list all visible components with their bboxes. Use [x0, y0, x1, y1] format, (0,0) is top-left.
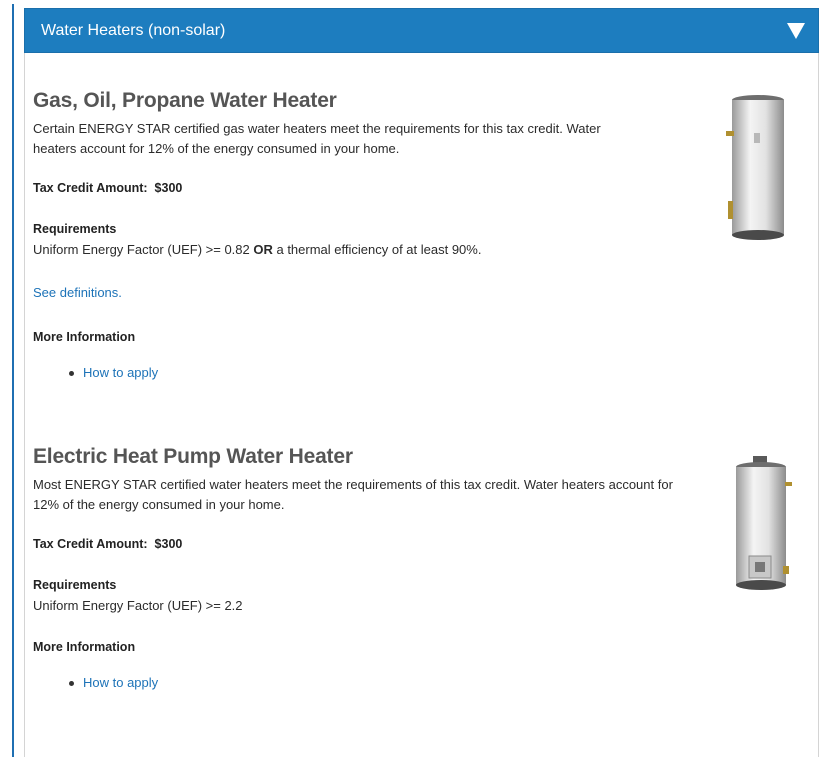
section-description: Certain ENERGY STAR certified gas water … [33, 121, 601, 156]
more-information-list: How to apply [33, 365, 733, 380]
requirements-label: Requirements [33, 578, 117, 592]
requirements-text: Uniform Energy Factor (UEF) >= 2.2 [33, 598, 243, 613]
tax-credit-amount: Tax Credit Amount: $300 [33, 181, 183, 195]
see-definitions-link[interactable]: See definitions. [33, 285, 122, 300]
how-to-apply-link[interactable]: How to apply [83, 675, 158, 690]
section-title: Gas, Oil, Propane Water Heater [33, 89, 337, 112]
more-information-list: How to apply [33, 675, 733, 690]
triangle-down-icon[interactable] [787, 23, 805, 39]
list-item: How to apply [33, 365, 733, 380]
requirements-text: Uniform Energy Factor (UEF) >= 0.82 OR a… [33, 242, 482, 257]
list-item: How to apply [33, 675, 733, 690]
accordion-panel: Gas, Oil, Propane Water Heater Certain E… [24, 53, 819, 757]
more-information-label: More Information [33, 640, 136, 654]
requirements-label: Requirements [33, 222, 117, 236]
tax-credit-amount: Tax Credit Amount: $300 [33, 537, 183, 551]
heat-pump-water-heater-image [736, 456, 792, 590]
accordion-header-water-heaters[interactable]: Water Heaters (non-solar) [24, 8, 819, 53]
section-electric-heat-pump: Electric Heat Pump Water Heater Most ENE… [33, 445, 733, 690]
gas-water-heater-image [726, 95, 784, 240]
left-border [12, 4, 14, 757]
more-information-label: More Information [33, 330, 136, 344]
section-description: Most ENERGY STAR certified water heaters… [33, 477, 673, 512]
section-title: Electric Heat Pump Water Heater [33, 445, 353, 468]
page: Water Heaters (non-solar) Gas, Oil, Prop… [0, 0, 826, 757]
how-to-apply-link[interactable]: How to apply [83, 365, 158, 380]
section-gas-oil-propane: Gas, Oil, Propane Water Heater Certain E… [33, 89, 733, 380]
accordion-title: Water Heaters (non-solar) [41, 21, 226, 39]
